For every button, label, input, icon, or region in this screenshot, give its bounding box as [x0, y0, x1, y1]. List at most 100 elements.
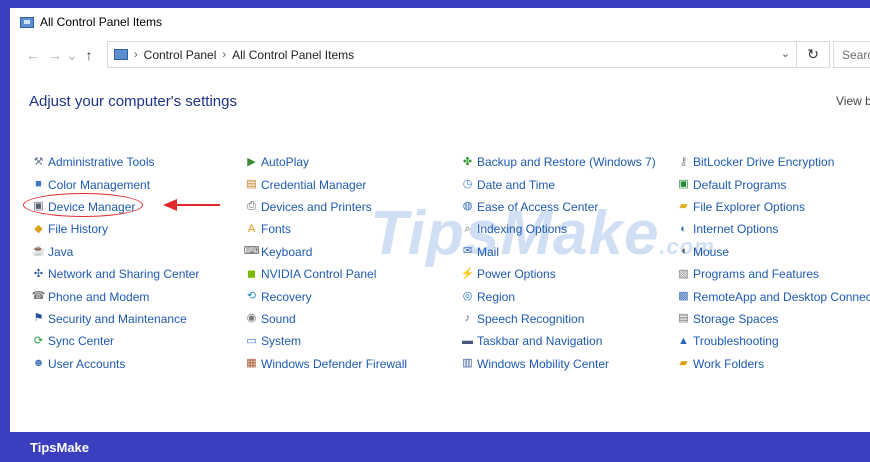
- control-panel-item[interactable]: ☎ Phone and Modem: [32, 285, 199, 307]
- sync-center-icon: ⟳: [33, 334, 44, 347]
- control-panel-window: All Control Panel Items ← → ⌄ ↑ › Contro…: [10, 8, 870, 432]
- window-title: All Control Panel Items: [40, 15, 163, 29]
- work-folders-icon: ▰: [679, 357, 688, 370]
- network-icon: ✣: [33, 267, 44, 280]
- title-bar: All Control Panel Items: [10, 8, 870, 36]
- control-panel-item-label: RemoteApp and Desktop Connections: [693, 289, 870, 304]
- firewall-icon: ▦: [246, 357, 257, 370]
- java-icon: ☕: [31, 245, 46, 258]
- page-title: Adjust your computer's settings: [29, 93, 237, 110]
- control-panel-item[interactable]: ◷ Date and Time: [461, 173, 656, 195]
- address-field[interactable]: › Control Panel › All Control Panel Item…: [107, 41, 797, 68]
- printer-icon: ⎙: [247, 200, 256, 213]
- forward-arrow-icon[interactable]: →: [44, 47, 66, 63]
- control-panel-item[interactable]: ⚒ Administrative Tools: [32, 151, 199, 173]
- sound-icon: ◉: [246, 312, 257, 325]
- control-panel-item-label: Taskbar and Navigation: [477, 334, 603, 349]
- remoteapp-icon: ▩: [678, 290, 689, 303]
- recovery-icon: ⟲: [246, 290, 257, 303]
- control-panel-item-label: Fonts: [261, 222, 292, 237]
- control-panel-item-label: Phone and Modem: [48, 289, 150, 304]
- control-panel-item-label: AutoPlay: [261, 155, 310, 170]
- control-panel-item[interactable]: ⟳ Sync Center: [32, 330, 199, 352]
- breadcrumb-all-items[interactable]: All Control Panel Items: [232, 48, 354, 62]
- control-panel-item-label: User Accounts: [48, 356, 126, 371]
- system-icon: ▭: [246, 334, 257, 347]
- control-panel-item[interactable]: ◎ Region: [461, 285, 656, 307]
- troubleshooting-icon: ▲: [678, 334, 689, 347]
- breadcrumb-separator: ›: [222, 48, 227, 61]
- power-options-icon: ⚡: [460, 267, 475, 280]
- microphone-icon: ♪: [464, 312, 471, 325]
- items-column-1: ⚒ Administrative Tools ■ Color Management ▣ D…: [32, 151, 200, 375]
- control-panel-item-label: Color Management: [48, 177, 151, 192]
- programs-features-icon: ▧: [678, 267, 689, 280]
- up-arrow-icon[interactable]: ↑: [78, 47, 100, 63]
- refresh-button[interactable]: ↻: [797, 41, 830, 68]
- breadcrumb-control-panel[interactable]: Control Panel: [144, 48, 217, 62]
- control-panel-item[interactable]: ▰ Work Folders: [677, 353, 870, 375]
- control-panel-item-label: Work Folders: [693, 356, 765, 371]
- control-panel-item-label: Administrative Tools: [48, 155, 155, 170]
- storage-spaces-icon: ▤: [678, 312, 689, 325]
- control-panel-item[interactable]: ▭ System: [245, 330, 407, 352]
- control-panel-item[interactable]: ☕ Java: [32, 241, 199, 263]
- control-panel-item[interactable]: ◆ File History: [32, 218, 199, 240]
- control-panel-item-label: Programs and Features: [693, 267, 820, 282]
- control-panel-item-label: Security and Maintenance: [48, 311, 187, 326]
- view-by-label[interactable]: View by: [836, 94, 870, 108]
- control-panel-item[interactable]: ▣ Default Programs: [677, 173, 870, 195]
- breadcrumb-separator: ›: [134, 48, 138, 61]
- bitlocker-key-icon: ⚷: [679, 155, 688, 168]
- control-panel-item-label: Windows Mobility Center: [477, 356, 610, 371]
- region-icon: ◎: [462, 290, 473, 303]
- footer-brand: TipsMake: [30, 439, 90, 455]
- back-arrow-icon[interactable]: ←: [22, 47, 44, 63]
- fonts-icon: A: [247, 222, 256, 235]
- default-programs-icon: ▣: [678, 178, 689, 191]
- control-panel-item[interactable]: ▤ Credential Manager: [245, 173, 407, 195]
- backup-restore-icon: ✤: [462, 155, 473, 168]
- search-input[interactable]: Searc: [833, 41, 870, 68]
- control-panel-item-label: Default Programs: [693, 177, 787, 192]
- control-panel-item-label: Network and Sharing Center: [48, 267, 200, 282]
- watermark-text: TipsMake: [370, 199, 660, 268]
- control-panel-item[interactable]: ▩ RemoteApp and Desktop Connections: [677, 285, 870, 307]
- mobility-center-icon: ▥: [462, 357, 473, 370]
- watermark: TipsMake.com: [370, 198, 715, 269]
- control-panel-icon: [114, 49, 128, 60]
- control-panel-item-label: Speech Recognition: [477, 311, 585, 326]
- control-panel-item-label: NVIDIA Control Panel: [261, 267, 377, 282]
- control-panel-item[interactable]: ▶ AutoPlay: [245, 151, 407, 173]
- admin-tools-icon: ⚒: [33, 155, 44, 168]
- control-panel-item[interactable]: ◉ Sound: [245, 308, 407, 330]
- control-panel-item-label: System: [261, 334, 302, 349]
- pointer-arrow-icon: [163, 199, 220, 211]
- control-panel-item-label: Region: [477, 289, 516, 304]
- file-history-icon: ◆: [34, 222, 43, 235]
- address-bar-row: ← → ⌄ ↑ › Control Panel › All Control Pa…: [10, 41, 870, 69]
- control-panel-item[interactable]: ▬ Taskbar and Navigation: [461, 330, 656, 352]
- control-panel-item[interactable]: ✤ Backup and Restore (Windows 7): [461, 151, 656, 173]
- watermark-suffix: .com: [659, 234, 715, 259]
- control-panel-item[interactable]: ▤ Storage Spaces: [677, 308, 870, 330]
- control-panel-item[interactable]: ⟲ Recovery: [245, 285, 407, 307]
- security-flag-icon: ⚑: [33, 312, 44, 325]
- control-panel-item[interactable]: ♪ Speech Recognition: [461, 308, 656, 330]
- control-panel-item-label: Backup and Restore (Windows 7): [477, 155, 656, 170]
- control-panel-item[interactable]: ☻ User Accounts: [32, 353, 199, 375]
- control-panel-item[interactable]: ⚷ BitLocker Drive Encryption: [677, 151, 870, 173]
- control-panel-item-label: Troubleshooting: [693, 334, 779, 349]
- control-panel-item[interactable]: ■ Color Management: [32, 173, 199, 195]
- address-dropdown-icon[interactable]: ⌄: [781, 47, 790, 60]
- control-panel-item[interactable]: ▥ Windows Mobility Center: [461, 353, 656, 375]
- control-panel-item[interactable]: ✣ Network and Sharing Center: [32, 263, 200, 285]
- control-panel-item-label: Date and Time: [477, 177, 556, 192]
- credential-manager-icon: ▤: [246, 178, 257, 191]
- search-placeholder: Searc: [842, 47, 870, 62]
- control-panel-item[interactable]: ▲ Troubleshooting: [677, 330, 870, 352]
- control-panel-item[interactable]: ▦ Windows Defender Firewall: [245, 353, 407, 375]
- control-panel-item[interactable]: ⚑ Security and Maintenance: [32, 308, 199, 330]
- footer-bar: TipsMake: [0, 432, 870, 462]
- chevron-down-icon[interactable]: ⌄: [66, 47, 78, 64]
